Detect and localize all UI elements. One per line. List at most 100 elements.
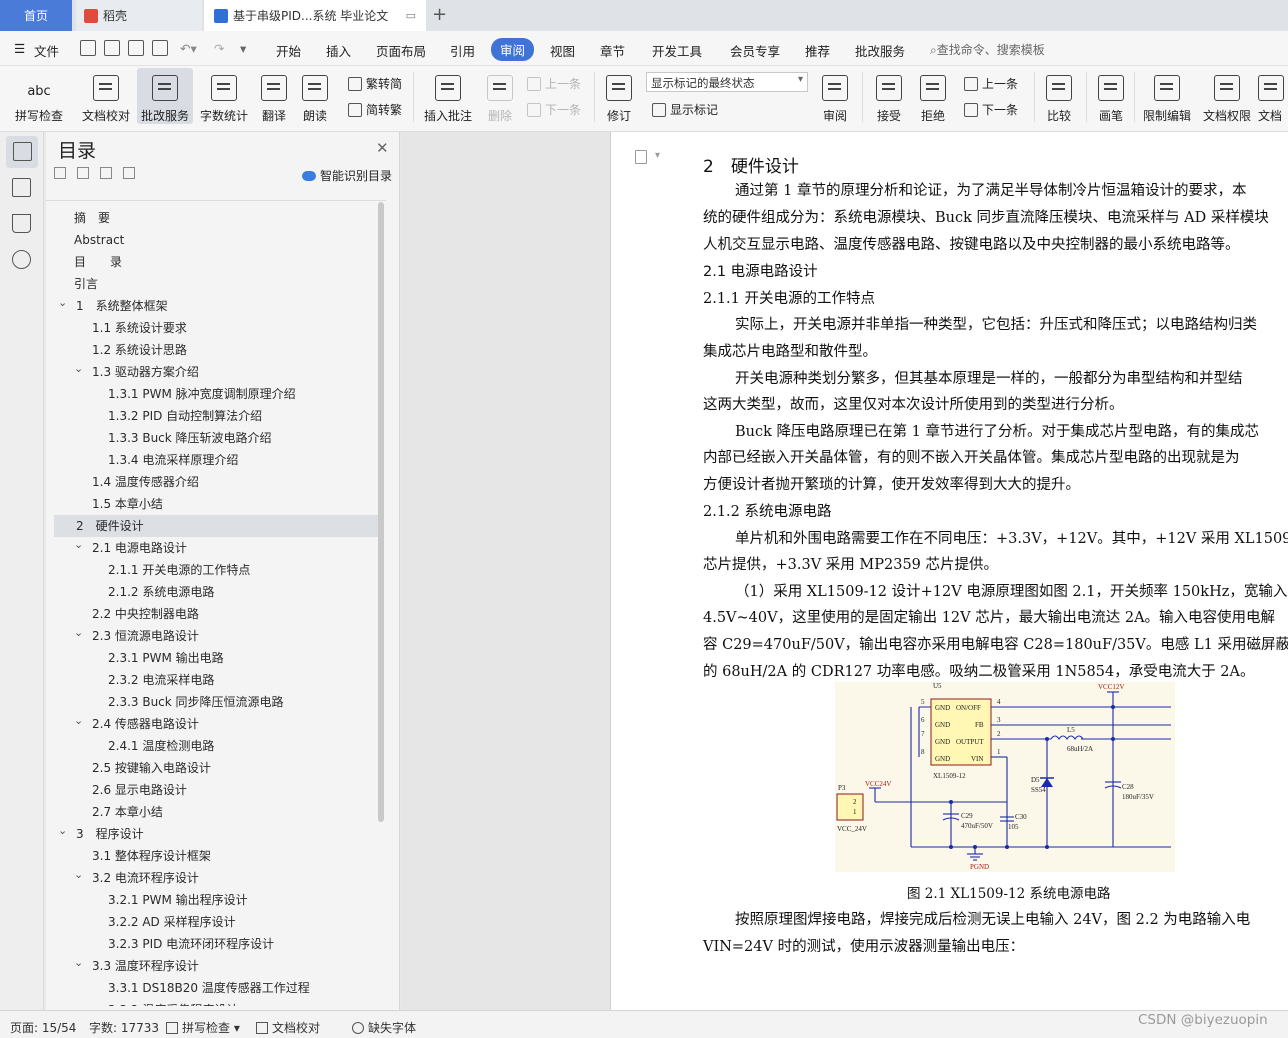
next-change-button[interactable]: 下一条 [964, 101, 1018, 118]
delete-comment-button[interactable]: 删除 [480, 68, 520, 124]
toc-item[interactable]: 2.7 本章小结 [90, 801, 163, 823]
display-mode-select[interactable]: 显示标记的最终状态 [646, 72, 808, 92]
chevron-down-icon[interactable]: ⌄ [46, 512, 47, 534]
trad-to-simp-button[interactable]: 繁转简 [348, 75, 402, 92]
spell-check-status[interactable]: 拼写检查 ▾ [166, 1019, 240, 1036]
toc-item[interactable]: ⌄ 2.3 恒流源电路设计 [74, 625, 199, 647]
insert-comment-button[interactable]: 插入批注 [422, 68, 474, 124]
bookmark-icon[interactable] [12, 214, 31, 233]
chevron-down-icon[interactable]: ⌄ [58, 292, 67, 314]
chevron-down-icon[interactable]: ⌄ [74, 534, 83, 556]
toc-item[interactable]: 1.3.1 PWM 脉冲宽度调制原理介绍 [106, 383, 296, 405]
doc-check-status[interactable]: 文档校对 [256, 1019, 320, 1036]
menu-reference[interactable]: 引用 [450, 41, 475, 60]
restrict-edit-button[interactable]: 限制编辑 [1140, 68, 1194, 124]
toc-item[interactable]: 3.2.2 AD 采样程序设计 [106, 911, 236, 933]
toc-item[interactable]: 2.3.1 PWM 输出电路 [106, 647, 224, 669]
chevron-down-icon[interactable]: ⌄ [58, 820, 67, 842]
accept-button[interactable]: 接受 [870, 68, 908, 124]
chevron-down-icon[interactable]: ⌄ [74, 358, 83, 380]
toc-item[interactable]: 2.3.2 电流采样电路 [106, 669, 214, 691]
menu-layout[interactable]: 页面布局 [376, 41, 426, 60]
menu-insert[interactable]: 插入 [326, 41, 351, 60]
toc-item[interactable]: 3.3.1 DS18B20 温度传感器工作过程 [106, 977, 310, 999]
word-count-indicator[interactable]: 字数: 17733 [89, 1019, 159, 1036]
toc-item[interactable]: 1.2 系统设计思路 [90, 339, 187, 361]
print-icon[interactable] [128, 40, 144, 56]
section-nav-icon[interactable] [12, 178, 31, 197]
review-pane-button[interactable]: 审阅 [815, 68, 855, 124]
new-tab-icon[interactable]: + [432, 4, 447, 25]
toc-item[interactable]: 3.2.3 PID 电流环闭环程序设计 [106, 933, 274, 955]
doc-check-button[interactable]: 文档校对 [78, 68, 134, 124]
page-tool-icon[interactable] [635, 150, 647, 164]
word-count-button[interactable]: 字数统计 [196, 68, 252, 124]
toc-item[interactable]: 摘 要 [74, 207, 110, 229]
toc-item[interactable]: 3.2.1 PWM 输出程序设计 [106, 889, 248, 911]
toc-item[interactable]: ⌄ 1 系统整体框架 [58, 295, 168, 317]
track-changes-button[interactable]: 修订 [600, 68, 638, 124]
prev-comment-button[interactable]: 上一条 [527, 75, 581, 92]
prev-change-button[interactable]: 上一条 [964, 75, 1018, 92]
toc-item[interactable]: 2.2 中央控制器电路 [90, 603, 199, 625]
search-icon[interactable] [12, 250, 31, 269]
chevron-down-icon[interactable]: ⌄ [74, 622, 83, 644]
toc-scrollbar[interactable] [378, 202, 384, 822]
menu-correct-service[interactable]: 批改服务 [855, 41, 905, 60]
toc-item[interactable]: ⌄ 3.2 电流环程序设计 [74, 867, 199, 889]
chevron-down-icon[interactable]: ⌄ [74, 710, 83, 732]
toc-item[interactable]: Abstract [74, 229, 124, 251]
chevron-down-icon[interactable]: ▾ [655, 150, 660, 161]
toc-item[interactable]: 2.3.3 Buck 同步降压恒流源电路 [106, 691, 284, 713]
menu-start[interactable]: 开始 [276, 41, 301, 60]
tab-home[interactable]: 首页 [0, 0, 72, 31]
toc-item[interactable]: 3.3.2 温度采集程序设计 [106, 999, 238, 1006]
toc-item[interactable]: 1.1 系统设计要求 [90, 317, 187, 339]
remove-heading-icon[interactable] [123, 167, 135, 179]
toc-item[interactable]: ⌄ 2 硬件设计 [46, 515, 378, 537]
toc-item[interactable]: 引言 [74, 273, 98, 295]
toc-item[interactable]: 目 录 [74, 251, 122, 273]
export-icon[interactable] [104, 40, 120, 56]
chevron-down-icon[interactable]: ⌄ [74, 952, 83, 974]
command-search[interactable]: ⌕查找命令、搜索模板 [930, 41, 1045, 58]
quick-access-more-icon[interactable]: ▾ [240, 41, 246, 56]
spell-check-button[interactable]: abc 拼写检查 [8, 68, 70, 124]
toc-item[interactable]: 2.6 显示电路设计 [90, 779, 187, 801]
add-heading-icon[interactable] [100, 167, 112, 179]
undo-icon[interactable]: ↶▾ [180, 41, 197, 56]
missing-font-status[interactable]: 缺失字体 [352, 1019, 416, 1036]
compare-button[interactable]: 比较 [1040, 68, 1078, 124]
save-icon[interactable] [80, 40, 96, 56]
document-page[interactable]: ▾ 2 硬件设计 通过第 1 章节的原理分析和论证，为了满足半导体制冷片恒温箱设… [610, 132, 1288, 1010]
menu-review[interactable]: 审阅 [491, 38, 535, 61]
toc-item[interactable]: 3.1 整体程序设计框架 [90, 845, 211, 867]
menu-recommend[interactable]: 推荐 [805, 41, 830, 60]
toc-item[interactable]: 1.5 本章小结 [90, 493, 163, 515]
toc-item[interactable]: 2.1.2 系统电源电路 [106, 581, 214, 603]
toc-item[interactable]: ⌄ 2.1 电源电路设计 [74, 537, 187, 559]
redo-icon[interactable]: ↷ [214, 41, 224, 56]
menu-devtools[interactable]: 开发工具 [652, 41, 702, 60]
tab-daoke[interactable]: 稻壳 [76, 0, 202, 31]
translate-button[interactable]: 翻译 [256, 68, 292, 124]
menu-member[interactable]: 会员专享 [730, 41, 780, 60]
tab-pin-icon[interactable]: ▭ [406, 9, 416, 22]
close-icon[interactable]: ✕ [376, 139, 389, 157]
toc-item[interactable]: 1.4 温度传感器介绍 [90, 471, 199, 493]
toc-item[interactable]: ⌄ 1.3 驱动器方案介绍 [74, 361, 199, 383]
simp-to-trad-button[interactable]: 简转繁 [348, 101, 402, 118]
toc-item[interactable]: 1.3.2 PID 自动控制算法介绍 [106, 405, 262, 427]
toc-item[interactable]: 2.4.1 温度检测电路 [106, 735, 214, 757]
toc-item[interactable]: ⌄ 3 程序设计 [58, 823, 144, 845]
read-aloud-button[interactable]: 朗读 [298, 68, 332, 124]
doc-more-button[interactable]: 文档 [1258, 68, 1288, 124]
next-comment-button[interactable]: 下一条 [527, 101, 581, 118]
toc-item[interactable]: 2.5 按键输入电路设计 [90, 757, 211, 779]
chevron-down-icon[interactable]: ⌄ [74, 864, 83, 886]
collapse-up-icon[interactable] [77, 167, 89, 179]
menu-icon[interactable]: ☰ [14, 41, 25, 56]
reject-button[interactable]: 拒绝 [914, 68, 952, 124]
toc-item[interactable]: ⌄ 2.4 传感器电路设计 [74, 713, 199, 735]
toc-nav-icon[interactable] [13, 142, 32, 161]
